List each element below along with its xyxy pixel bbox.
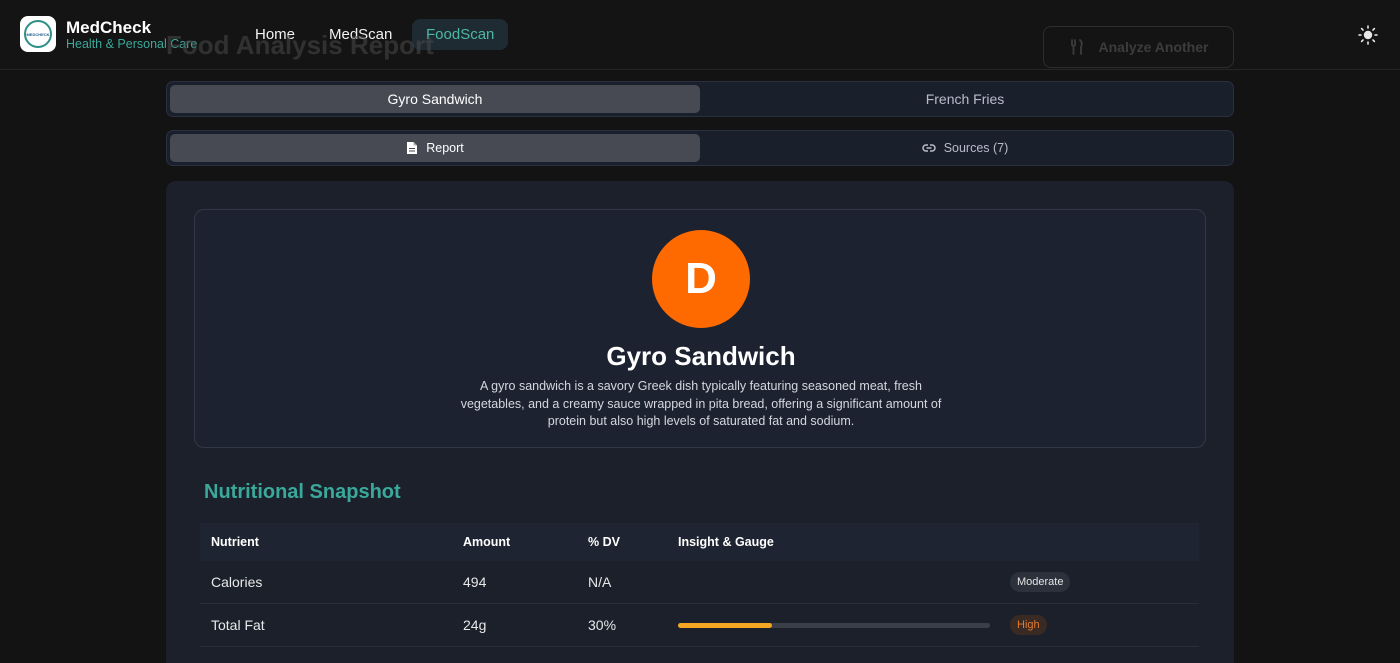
nutritional-snapshot-heading: Nutritional Snapshot — [204, 481, 401, 503]
analyze-another-label: Analyze Another — [1098, 39, 1209, 55]
brand-name: MedCheck — [66, 18, 152, 37]
column-header: Nutrient — [211, 535, 259, 549]
page-title: Food Analysis Report — [166, 30, 434, 60]
table-row: Total Fat 24g 30% High — [200, 604, 1199, 647]
nutrient-amount: 494 — [463, 574, 487, 590]
link-icon — [922, 144, 936, 152]
tab-gyro-sandwich[interactable]: Gyro Sandwich — [170, 85, 700, 113]
nutrient-name: Total Fat — [211, 617, 265, 633]
sun-icon[interactable] — [1358, 25, 1378, 45]
document-icon — [407, 142, 418, 154]
nutrient-dv: 30% — [588, 617, 617, 633]
food-name: Gyro Sandwich — [606, 341, 796, 371]
level-badge: High — [1010, 615, 1047, 635]
view-tabs: Report Sources (7) — [166, 130, 1234, 166]
nutrient-dv: N/A — [588, 574, 612, 590]
utensils-icon — [1070, 39, 1083, 55]
level-badge: Moderate — [1010, 572, 1071, 592]
analyze-another-button[interactable]: Analyze Another — [1043, 26, 1234, 68]
logo-text: MEDCHECK — [26, 31, 50, 37]
food-summary-card: D Gyro Sandwich A gyro sandwich is a sav… — [194, 209, 1206, 448]
tab-sources-label: Sources (7) — [943, 141, 1009, 155]
tab-report-label: Report — [426, 141, 464, 155]
table-row: Calories 494 N/A Moderate — [200, 561, 1199, 604]
tab-sources[interactable]: Sources (7) — [700, 134, 1230, 162]
nutrient-amount: 24g — [463, 617, 487, 633]
column-header: % DV — [588, 535, 620, 549]
report-card: D Gyro Sandwich A gyro sandwich is a sav… — [166, 181, 1234, 663]
table-header: Nutrient Amount % DV Insight & Gauge — [200, 523, 1199, 561]
nutrient-name: Calories — [211, 574, 263, 590]
food-tabs: Gyro Sandwich French Fries — [166, 81, 1234, 117]
tab-french-fries[interactable]: French Fries — [700, 85, 1230, 113]
medcheck-logo[interactable]: MEDCHECK — [20, 16, 56, 52]
nutrition-table: Nutrient Amount % DV Insight & Gauge Cal… — [200, 523, 1199, 647]
food-description: A gyro sandwich is a savory Greek dish t… — [460, 379, 942, 428]
column-header: Insight & Gauge — [678, 535, 774, 549]
logo-emblem: MEDCHECK — [24, 20, 52, 48]
dv-gauge-fill — [678, 622, 772, 628]
tab-report[interactable]: Report — [170, 134, 700, 162]
column-header: Amount — [463, 535, 511, 549]
dv-gauge — [678, 622, 990, 628]
grade-badge: D — [652, 230, 750, 328]
